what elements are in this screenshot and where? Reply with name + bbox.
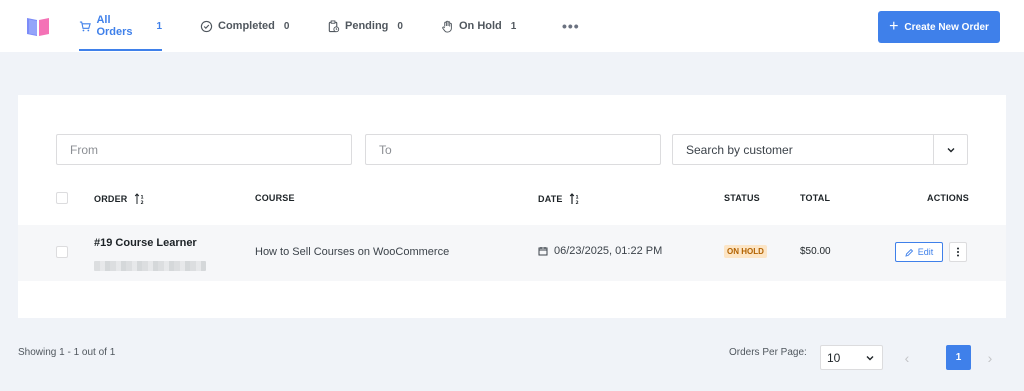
status-header-label: STATUS	[724, 193, 760, 203]
hand-icon	[442, 20, 452, 33]
previous-page-button[interactable]: ‹	[895, 346, 919, 370]
customer-search-select[interactable]: Search by customer	[672, 134, 968, 165]
date-column-header[interactable]: DATE 1 2	[538, 193, 581, 205]
tab-label: Completed	[218, 20, 275, 32]
order-title[interactable]: #19 Course Learner	[94, 237, 197, 249]
pagination-summary: Showing 1 - 1 out of 1	[18, 347, 116, 358]
calendar-icon	[538, 247, 548, 256]
course-column-header: COURSE	[255, 193, 295, 203]
tab-completed[interactable]: Completed 0	[200, 0, 289, 52]
tab-count: 0	[283, 20, 290, 32]
chevron-down-icon[interactable]	[933, 135, 967, 164]
chevron-down-icon	[866, 356, 874, 361]
status-column-header: STATUS	[724, 193, 760, 203]
to-date-input[interactable]: To	[365, 134, 661, 165]
tab-label: Pending	[345, 20, 389, 32]
page-1-button[interactable]: 1	[946, 345, 971, 370]
clipboard-clock-icon	[328, 19, 340, 32]
sort-icon[interactable]: 1 2	[569, 193, 581, 205]
next-page-button[interactable]: ›	[978, 346, 1002, 370]
tab-on-hold[interactable]: On Hold 1	[441, 0, 516, 52]
customer-search-label: Search by customer	[686, 142, 793, 157]
top-navigation: All Orders 1 Completed 0 Pending 0 On Ho…	[0, 0, 1024, 52]
table-row: #19 Course Learner How to Sell Courses o…	[18, 225, 1006, 281]
order-header-label: ORDER	[94, 194, 128, 204]
order-column-header[interactable]: ORDER 1 2	[94, 193, 146, 205]
orders-per-page-select[interactable]: 10	[820, 345, 883, 370]
actions-column-header: ACTIONS	[927, 193, 969, 203]
actions-header-label: ACTIONS	[927, 193, 969, 203]
svg-text:2: 2	[140, 200, 143, 205]
create-button-label: Create New Order	[904, 21, 989, 33]
create-new-order-button[interactable]: + Create New Order	[878, 11, 1000, 43]
tab-all-orders[interactable]: All Orders 1	[79, 0, 162, 52]
order-date: 06/23/2025, 01:22 PM	[538, 245, 662, 257]
plus-icon: +	[889, 18, 899, 35]
pencil-icon	[905, 248, 913, 257]
more-actions-button[interactable]	[949, 242, 967, 262]
tab-count: 1	[156, 20, 162, 32]
edit-button-label: Edit	[917, 247, 934, 257]
order-date-text: 06/23/2025, 01:22 PM	[554, 245, 663, 257]
more-tabs-icon[interactable]: •••	[562, 18, 580, 34]
from-placeholder: From	[70, 142, 98, 157]
kebab-menu-icon	[957, 247, 959, 257]
orders-card: From To Search by customer ORDER 1 2 COU…	[18, 95, 1006, 318]
course-header-label: COURSE	[255, 193, 295, 203]
tab-pending[interactable]: Pending 0	[327, 0, 403, 52]
date-header-label: DATE	[538, 194, 563, 204]
total-column-header: TOTAL	[800, 193, 830, 203]
tab-label: On Hold	[459, 20, 502, 32]
orders-per-page-label: Orders Per Page:	[729, 347, 807, 358]
status-badge: ON HOLD	[724, 245, 767, 258]
from-date-input[interactable]: From	[56, 134, 352, 165]
edit-button[interactable]: Edit	[895, 242, 943, 262]
to-placeholder: To	[379, 142, 392, 157]
course-name: How to Sell Courses on WooCommerce	[255, 246, 450, 258]
row-checkbox[interactable]	[56, 246, 68, 258]
order-total: $50.00	[800, 246, 831, 257]
book-logo-icon	[27, 18, 49, 36]
svg-text:1: 1	[575, 195, 578, 201]
total-header-label: TOTAL	[800, 193, 831, 203]
tab-count: 0	[397, 20, 403, 32]
svg-text:2: 2	[575, 200, 578, 205]
redacted-customer-email	[94, 261, 206, 271]
cart-icon	[79, 21, 91, 31]
tab-count: 1	[510, 20, 517, 32]
svg-text:1: 1	[140, 195, 143, 201]
select-all-checkbox[interactable]	[56, 192, 68, 204]
sort-icon[interactable]: 1 2	[134, 193, 146, 205]
per-page-value: 10	[827, 350, 841, 365]
tab-label: All Orders	[96, 14, 133, 38]
check-circle-icon	[200, 20, 213, 32]
